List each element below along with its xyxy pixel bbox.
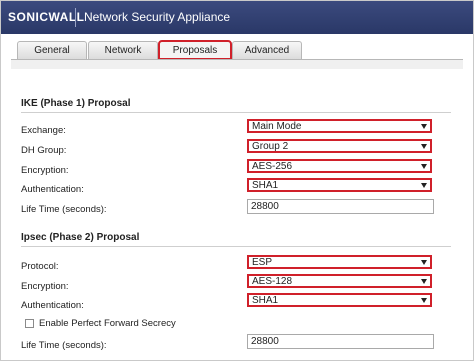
ike-lifetime-label: Life Time (seconds): <box>21 204 107 215</box>
dropdown-arrow-icon <box>421 164 427 169</box>
ipsec-encryption-value: AES-128 <box>252 276 293 287</box>
pfs-label: Enable Perfect Forward Secrecy <box>39 318 176 329</box>
tab-general[interactable]: General <box>17 41 87 59</box>
protocol-value: ESP <box>252 257 273 268</box>
ike-authentication-select[interactable]: SHA1 <box>247 178 432 192</box>
tab-proposals[interactable]: Proposals <box>158 40 232 60</box>
ipsec-encryption-select[interactable]: AES-128 <box>247 274 432 288</box>
protocol-select[interactable]: ESP <box>247 255 432 269</box>
ipsec-authentication-select[interactable]: SHA1 <box>247 293 432 307</box>
dh-group-label: DH Group: <box>21 145 67 156</box>
protocol-label: Protocol: <box>21 261 59 272</box>
ipsec-lifetime-input[interactable]: 28800 <box>247 334 434 349</box>
dialog-window: SONICWALL Network Security Appliance Gen… <box>0 0 474 361</box>
ipsec-authentication-value: SHA1 <box>252 295 279 306</box>
panel-top-band <box>11 60 463 69</box>
dropdown-arrow-icon <box>421 183 427 188</box>
tab-network[interactable]: Network <box>88 41 158 59</box>
ike-encryption-label: Encryption: <box>21 165 69 176</box>
dropdown-arrow-icon <box>421 144 427 149</box>
exchange-value: Main Mode <box>252 121 302 132</box>
ipsec-section-title: Ipsec (Phase 2) Proposal <box>21 232 140 243</box>
ike-encryption-value: AES-256 <box>252 161 293 172</box>
dh-group-select[interactable]: Group 2 <box>247 139 432 153</box>
header-divider <box>75 8 76 27</box>
brand-logo: SONICWALL <box>8 10 85 24</box>
pfs-checkbox[interactable] <box>25 319 34 328</box>
dropdown-arrow-icon <box>421 298 427 303</box>
dropdown-arrow-icon <box>421 260 427 265</box>
ike-section-title: IKE (Phase 1) Proposal <box>21 98 131 109</box>
ike-section-divider <box>21 112 451 113</box>
ipsec-authentication-label: Authentication: <box>21 300 84 311</box>
product-title: Network Security Appliance <box>84 10 231 24</box>
tab-advanced[interactable]: Advanced <box>232 41 302 59</box>
ike-authentication-value: SHA1 <box>252 180 279 191</box>
ipsec-encryption-label: Encryption: <box>21 281 69 292</box>
ipsec-lifetime-label: Life Time (seconds): <box>21 340 107 351</box>
app-header: SONICWALL Network Security Appliance <box>1 1 473 34</box>
exchange-label: Exchange: <box>21 125 66 136</box>
dropdown-arrow-icon <box>421 124 427 129</box>
ike-authentication-label: Authentication: <box>21 184 84 195</box>
ipsec-section-divider <box>21 246 451 247</box>
dh-group-value: Group 2 <box>252 141 289 152</box>
ike-lifetime-input[interactable]: 28800 <box>247 199 434 214</box>
dropdown-arrow-icon <box>421 279 427 284</box>
ike-encryption-select[interactable]: AES-256 <box>247 159 432 173</box>
exchange-select[interactable]: Main Mode <box>247 119 432 133</box>
